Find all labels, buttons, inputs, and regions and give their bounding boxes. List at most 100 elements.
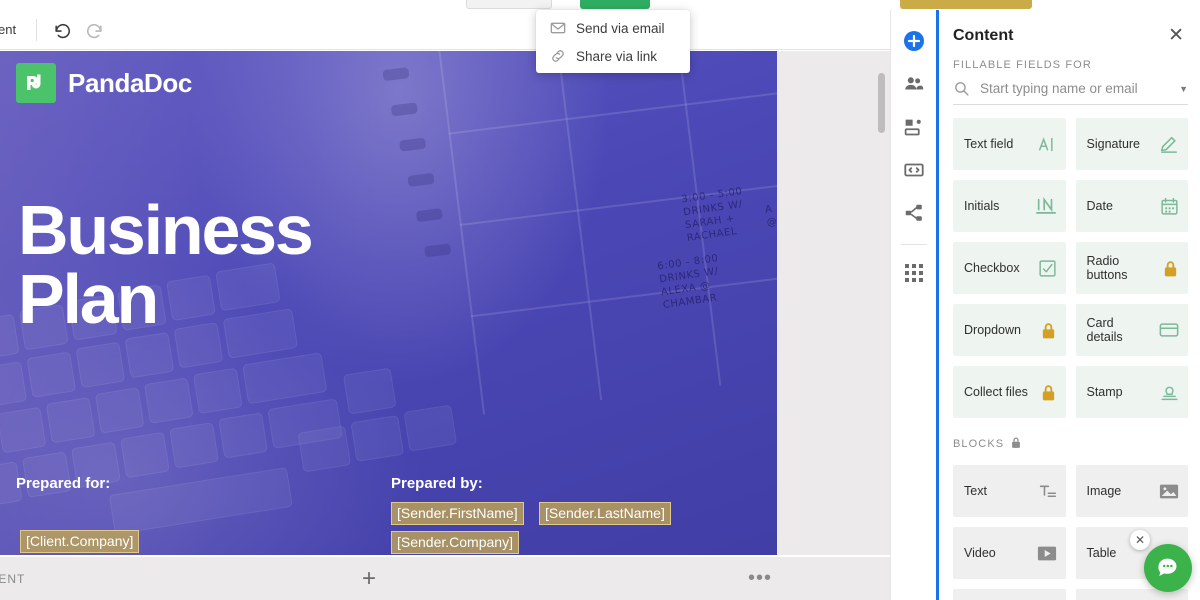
field-card-label: Text field [964, 137, 1014, 151]
field-card-label: Card details [1086, 316, 1123, 344]
redo-icon [86, 23, 102, 39]
close-icon[interactable]: ✕ [1164, 24, 1188, 47]
rail-button-add-content[interactable] [898, 25, 930, 57]
handwritten-note-1: 3:00 - 5:00 DRINKS W/ SARAH + RACHAEL [680, 185, 744, 245]
field-card-text-field[interactable]: Text field [953, 118, 1066, 170]
blocks-heading-label: BLOCKS [953, 438, 1005, 450]
chat-close-icon[interactable]: ✕ [1130, 530, 1150, 550]
right-icon-rail [890, 10, 936, 600]
link-icon [550, 48, 576, 64]
pd-glyph-icon [27, 74, 41, 90]
document-hero-title: Business Plan [18, 191, 314, 339]
field-card-radio-buttons[interactable]: Radio buttons [1075, 242, 1188, 294]
envelope-icon [550, 20, 576, 36]
block-card-image[interactable]: Image [1075, 465, 1188, 517]
field-card-checkbox[interactable]: Checkbox [953, 242, 1066, 294]
page-more-button[interactable]: ••• [748, 567, 772, 590]
block-card-video[interactable]: Video [953, 527, 1066, 579]
hero-title-line-1: Business [18, 191, 314, 269]
field-card-collect-files[interactable]: Collect files [953, 366, 1066, 418]
rail-button-workflow[interactable] [898, 197, 930, 229]
chat-widget: ✕ [1130, 530, 1192, 592]
rail-divider [900, 244, 927, 245]
layout-icon [904, 119, 921, 135]
undo-button[interactable] [49, 17, 75, 43]
editor-toolbar: ent [0, 10, 930, 50]
menu-item-send-via-email[interactable]: Send via email [536, 14, 690, 42]
search-icon [953, 80, 970, 97]
section-name-label: TENT [0, 571, 26, 586]
content-panel-header: Content ✕ [939, 10, 1200, 47]
canvas-scrollbar-thumb[interactable] [878, 73, 885, 133]
token-sender-firstname[interactable]: [Sender.FirstName] [391, 502, 524, 525]
share-dropdown-menu: Send via email Share via link [536, 10, 690, 73]
share-nodes-icon [905, 204, 922, 221]
people-icon [904, 77, 923, 90]
add-page-button[interactable]: + [362, 565, 376, 593]
checkbox-icon [1031, 259, 1057, 278]
block-card-pricing[interactable]: Pricing [953, 589, 1066, 600]
stamp-icon [1153, 383, 1179, 402]
field-card-card-details[interactable]: Card details [1075, 304, 1188, 356]
field-card-dropdown[interactable]: Dropdown [953, 304, 1066, 356]
lock-icon [1153, 259, 1179, 278]
token-client-company[interactable]: [Client.Company] [20, 530, 140, 553]
rail-button-variables[interactable] [898, 154, 930, 186]
top-secondary-button[interactable] [466, 0, 552, 9]
lock-icon [1010, 436, 1022, 452]
fillable-fields-grid: Text field Signature Initials Date Check… [939, 105, 1200, 418]
field-card-initials[interactable]: Initials [953, 180, 1066, 232]
block-card-label: Text [964, 484, 987, 498]
handwritten-note-2: 6:00 - 8:00 DRINKS W/ ALEXA @ CHAMBAR [656, 252, 720, 312]
rail-button-recipients[interactable] [898, 68, 930, 100]
blocks-heading-row: BLOCKS [939, 418, 1200, 452]
fillable-fields-heading: FILLABLE FIELDS FOR [953, 59, 1092, 71]
top-send-button[interactable] [580, 0, 650, 9]
hero-title-line-2: Plan [18, 260, 159, 339]
panel-title: Content [953, 26, 1014, 44]
document-name-label: ent [0, 22, 17, 37]
credit-card-icon [1153, 322, 1179, 338]
top-upgrade-banner[interactable] [900, 0, 1032, 9]
rail-button-layout[interactable] [898, 111, 930, 143]
menu-item-label: Send via email [576, 20, 665, 36]
field-card-signature[interactable]: Signature [1075, 118, 1188, 170]
recipient-search-input[interactable] [980, 81, 1174, 96]
rail-button-apps[interactable] [898, 257, 930, 289]
block-card-text[interactable]: Text [953, 465, 1066, 517]
top-toolbar-strip [0, 0, 1200, 10]
pandadoc-wordmark: PandaDoc [68, 67, 192, 98]
token-sender-lastname[interactable]: [Sender.LastName] [539, 502, 671, 525]
text-field-icon [1031, 136, 1057, 153]
content-panel: Content ✕ FILLABLE FIELDS FOR ▼ Text fie… [936, 10, 1200, 600]
calendar-icon [1153, 197, 1179, 216]
field-card-label: Collect files [964, 385, 1028, 399]
document-canvas: 3:00 - 5:00 DRINKS W/ SARAH + RACHAEL 6:… [0, 51, 890, 555]
video-icon [1031, 545, 1057, 562]
redo-button[interactable] [81, 17, 107, 43]
document-page[interactable]: 3:00 - 5:00 DRINKS W/ SARAH + RACHAEL 6:… [0, 51, 777, 555]
plus-circle-icon [903, 31, 924, 51]
token-sender-company[interactable]: [Sender.Company] [391, 531, 519, 554]
pandadoc-logo: PandaDoc [16, 63, 192, 103]
lock-icon [1031, 321, 1057, 340]
variable-icon [903, 163, 924, 177]
field-card-label: Initials [964, 199, 1000, 213]
chat-bubble-icon [1158, 558, 1177, 576]
lock-icon [1031, 383, 1057, 402]
field-card-date[interactable]: Date [1075, 180, 1188, 232]
recipient-search-row: ▼ [953, 80, 1188, 105]
undo-icon [54, 23, 70, 39]
block-card-label: Video [964, 546, 996, 560]
signature-icon [1153, 135, 1179, 153]
menu-item-label: Share via link [576, 48, 658, 64]
chevron-down-icon[interactable]: ▼ [1179, 84, 1188, 94]
menu-item-share-via-link[interactable]: Share via link [536, 42, 690, 70]
toolbar-divider [36, 18, 37, 41]
initials-icon [1031, 197, 1057, 215]
block-card-label: Image [1086, 484, 1122, 498]
field-card-stamp[interactable]: Stamp [1075, 366, 1188, 418]
chat-launcher-button[interactable] [1144, 544, 1192, 592]
prepared-for-label: Prepared for: [16, 475, 111, 492]
field-card-label: Date [1086, 199, 1113, 213]
